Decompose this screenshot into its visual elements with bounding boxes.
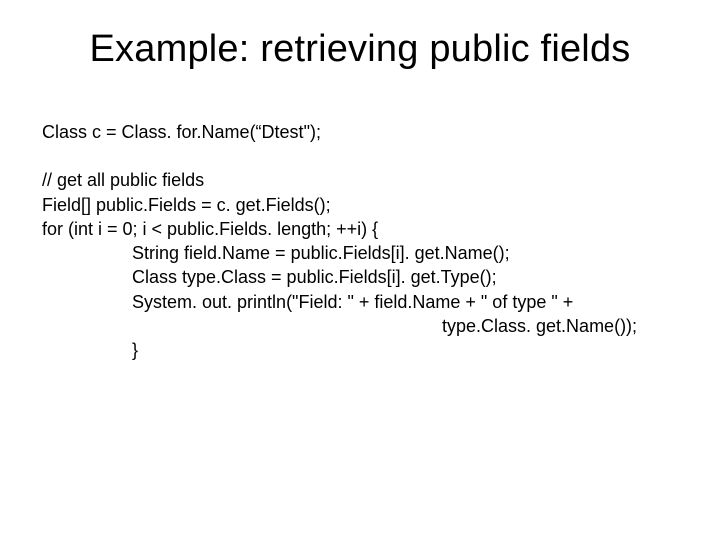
code-line: String field.Name = public.Fields[i]. ge… (42, 241, 682, 265)
code-line: System. out. println("Field: " + field.N… (42, 290, 682, 314)
code-line: type.Class. get.Name()); (42, 314, 682, 338)
code-line: Class c = Class. for.Name(“Dtest"); (42, 120, 682, 144)
slide: Example: retrieving public fields Class … (0, 0, 720, 540)
code-line: } (42, 338, 682, 362)
code-line: Class type.Class = public.Fields[i]. get… (42, 265, 682, 289)
code-line: // get all public fields (42, 168, 682, 192)
code-block: Class c = Class. for.Name(“Dtest"); // g… (42, 120, 682, 363)
code-line: for (int i = 0; i < public.Fields. lengt… (42, 217, 682, 241)
code-line: Field[] public.Fields = c. get.Fields(); (42, 193, 682, 217)
slide-title: Example: retrieving public fields (0, 28, 720, 71)
blank-line (42, 144, 682, 168)
